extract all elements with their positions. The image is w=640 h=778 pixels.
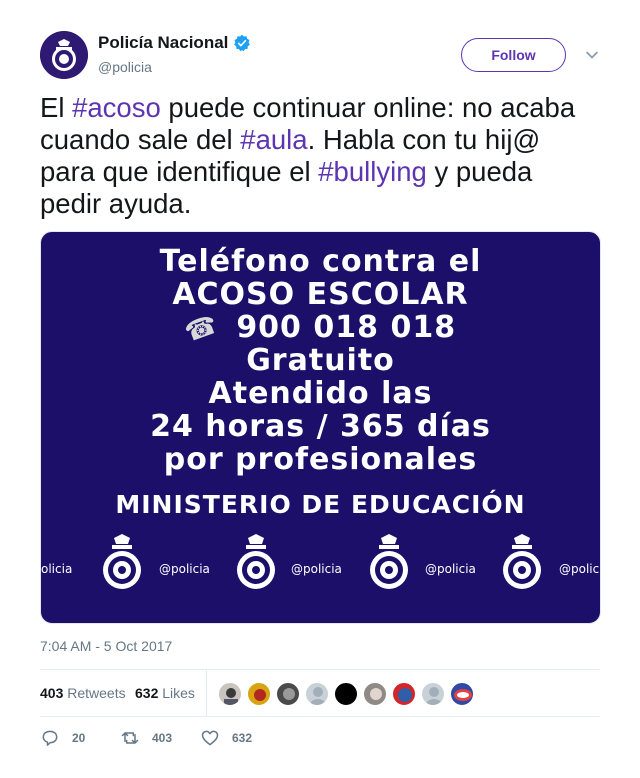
- liker-avatar[interactable]: [421, 682, 445, 706]
- user-handle[interactable]: @policia: [98, 59, 152, 75]
- hashtag-acoso[interactable]: #acoso: [72, 92, 161, 123]
- stats-divider: [206, 670, 207, 716]
- watermark-text: @policia: [425, 562, 476, 576]
- reply-button[interactable]: 20: [40, 728, 85, 748]
- media-line-2: ACOSO ESCOLAR: [172, 277, 469, 312]
- media-line-5: Atendido las: [208, 376, 433, 411]
- tweet-header: Policía Nacional @policia Follow: [40, 31, 600, 81]
- tweet-timestamp[interactable]: 7:04 AM - 5 Oct 2017: [40, 638, 172, 654]
- liker-avatar[interactable]: [363, 682, 387, 706]
- watermark-text: @polic: [559, 562, 600, 576]
- retweet-button[interactable]: 403: [120, 728, 172, 748]
- badge-row: olicia @policia @policia @policia @polic: [41, 532, 600, 602]
- retweets-count: 403: [40, 685, 64, 701]
- media-line-4: Gratuito: [246, 343, 395, 378]
- police-badge-icon: [370, 534, 408, 589]
- media-line-7: por profesionales: [163, 442, 478, 477]
- tweet-text: El #acoso puede continuar online: no aca…: [40, 92, 600, 220]
- retweets-stat[interactable]: 403 Retweets: [40, 685, 126, 701]
- chevron-down-icon[interactable]: [585, 48, 599, 62]
- police-badge-icon: [503, 534, 541, 589]
- retweet-icon: [121, 732, 139, 744]
- tweet-media-image[interactable]: Teléfono contra el ACOSO ESCOLAR ☎ 900 01…: [40, 231, 601, 624]
- display-name[interactable]: Policía Nacional: [98, 33, 228, 53]
- media-line-8: MINISTERIO DE EDUCACIÓN: [115, 490, 526, 519]
- hashtag-aula[interactable]: #aula: [240, 124, 307, 155]
- media-line-6: 24 horas / 365 días: [150, 409, 491, 444]
- media-line-3: ☎ 900 018 018: [41, 309, 600, 349]
- retweets-label: Retweets: [67, 685, 126, 701]
- phone-number: 900 018 018: [236, 310, 457, 345]
- profile-avatar[interactable]: [40, 31, 88, 79]
- name-row: Policía Nacional: [98, 33, 251, 53]
- likes-count: 632: [135, 685, 159, 701]
- tweet-stats: 403 Retweets 632 Likes: [40, 669, 600, 717]
- liker-avatar[interactable]: [392, 682, 416, 706]
- heart-icon: [201, 730, 219, 746]
- watermark-text: @policia: [291, 562, 342, 576]
- likes-stat[interactable]: 632 Likes: [135, 685, 195, 701]
- liker-avatar[interactable]: [450, 682, 474, 706]
- media-line-1: Teléfono contra el: [159, 244, 482, 279]
- police-badge-icon: [237, 534, 275, 589]
- police-badge-icon: [40, 31, 88, 79]
- likes-label: Likes: [162, 685, 195, 701]
- liker-avatar[interactable]: [218, 682, 242, 706]
- liker-avatar[interactable]: [334, 682, 358, 706]
- hashtag-bullying[interactable]: #bullying: [318, 156, 427, 187]
- retweet-count: 403: [152, 731, 173, 745]
- police-badge-icon: [103, 534, 141, 589]
- liker-avatar[interactable]: [276, 682, 300, 706]
- follow-button[interactable]: Follow: [461, 38, 566, 72]
- watermark-text: olicia: [41, 562, 73, 576]
- like-button[interactable]: 632: [200, 728, 252, 748]
- tweet-text-segment: El: [40, 92, 73, 123]
- reply-icon: [42, 730, 58, 746]
- watermark-text: @policia: [159, 562, 210, 576]
- liker-avatar[interactable]: [305, 682, 329, 706]
- reply-count: 20: [72, 731, 86, 745]
- tweet-actions: 20 403 632: [40, 728, 600, 750]
- verified-badge-icon: [234, 34, 251, 52]
- like-count: 632: [232, 731, 253, 745]
- liker-avatar[interactable]: [247, 682, 271, 706]
